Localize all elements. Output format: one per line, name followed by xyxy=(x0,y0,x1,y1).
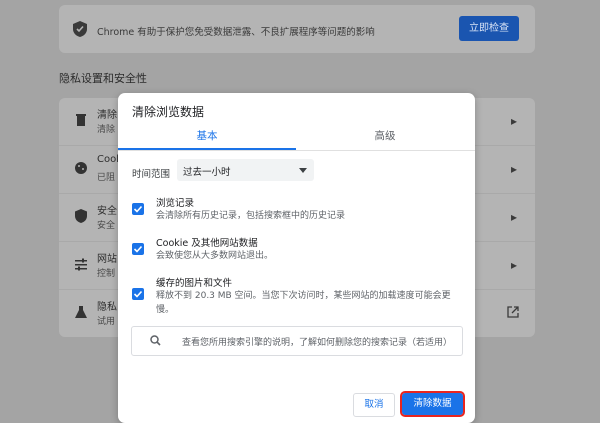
dropdown-arrow-icon xyxy=(299,168,307,173)
search-info-text: 查看您所用搜索引擎的说明，了解如何删除您的搜索记录（若适用） xyxy=(182,338,453,348)
cached-images-checkbox[interactable] xyxy=(132,288,144,300)
option-description: 释放不到 20.3 MB 空间。当您下次访问时，某些网站的加载速度可能会更慢。 xyxy=(156,291,451,315)
checkmark-icon xyxy=(133,205,143,213)
section-title: 隐私设置和安全性 xyxy=(59,72,147,85)
chevron-right-icon: ▸ xyxy=(510,162,517,176)
cancel-button[interactable]: 取消 xyxy=(353,393,395,417)
time-range-label: 时间范围 xyxy=(132,169,171,180)
tab-advanced[interactable]: 高级 xyxy=(296,127,474,149)
flask-icon xyxy=(75,306,87,318)
dialog-title: 清除浏览数据 xyxy=(132,105,205,119)
option-title: 缓存的图片和文件 xyxy=(156,278,233,289)
row-sub: 清除 xyxy=(97,125,116,135)
row-label: 网站 xyxy=(97,254,117,265)
safety-check-text: Chrome 有助于保护您免受数据泄露、不良扩展程序等问题的影响 xyxy=(97,27,375,38)
row-label: 隐私 xyxy=(97,302,117,313)
row-label: 清除 xyxy=(97,110,117,121)
clear-data-button[interactable]: 清除数据 xyxy=(400,391,465,417)
option-description: 会清除所有历史记录，包括搜索框中的历史记录 xyxy=(156,211,346,221)
row-label: 安全 xyxy=(97,206,117,217)
trash-icon xyxy=(76,114,86,126)
cookies-checkbox[interactable] xyxy=(132,243,144,255)
chevron-right-icon: ▸ xyxy=(510,258,517,272)
checkmark-icon xyxy=(133,245,143,253)
row-sub: 已阻 xyxy=(97,173,116,183)
option-description: 会致使您从大多数网站退出。 xyxy=(156,251,274,261)
safety-check-card: Chrome 有助于保护您免受数据泄露、不良扩展程序等问题的影响 立即检查 xyxy=(59,5,535,53)
row-sub: 安全 xyxy=(97,221,116,231)
tab-basic[interactable]: 基本 xyxy=(118,127,296,150)
clear-browsing-data-dialog: 清除浏览数据 基本 高级 时间范围 过去一小时 浏览记录 会清除所有历史记录，包… xyxy=(118,93,475,423)
shield-icon xyxy=(73,21,87,37)
browsing-history-checkbox[interactable] xyxy=(132,203,144,215)
row-sub: 试用 xyxy=(97,317,116,327)
row-sub: 控制 xyxy=(97,269,116,279)
sliders-icon xyxy=(75,258,87,271)
chevron-right-icon: ▸ xyxy=(510,210,517,224)
check-now-button[interactable]: 立即检查 xyxy=(459,16,519,41)
external-link-icon xyxy=(507,306,519,318)
time-range-value: 过去一小时 xyxy=(183,167,231,178)
shield-icon xyxy=(75,209,87,223)
search-engine-info[interactable]: 查看您所用搜索引擎的说明，了解如何删除您的搜索记录（若适用） xyxy=(131,326,463,356)
option-title: Cookie 及其他网站数据 xyxy=(156,238,258,249)
checkmark-icon xyxy=(133,290,143,298)
chevron-right-icon: ▸ xyxy=(510,114,517,128)
cookie-icon xyxy=(75,162,87,174)
search-icon xyxy=(150,335,161,346)
time-range-select[interactable]: 过去一小时 xyxy=(177,159,314,181)
option-title: 浏览记录 xyxy=(156,198,195,209)
dialog-tabs: 基本 高级 xyxy=(118,127,475,151)
